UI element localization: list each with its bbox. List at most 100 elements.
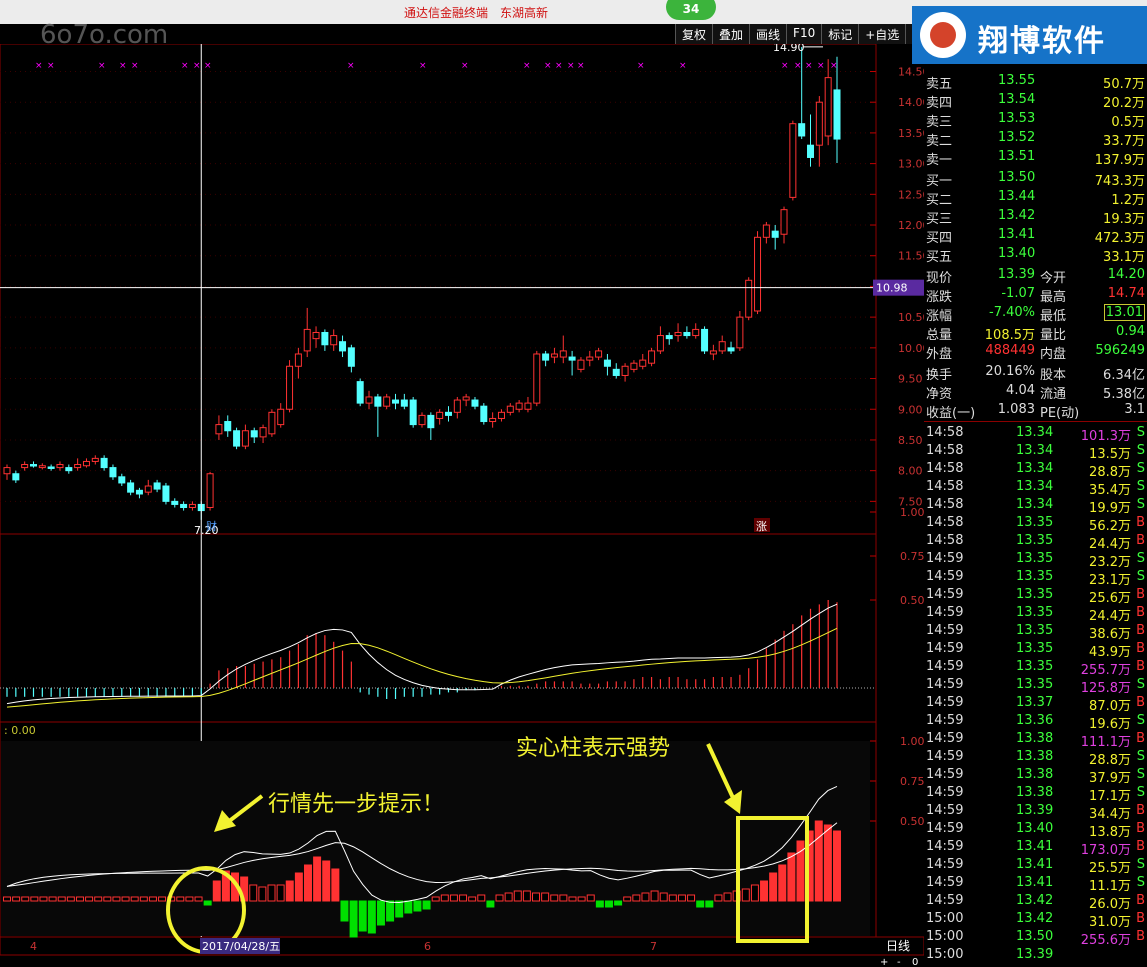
indicator-bar xyxy=(386,900,395,922)
draw-line-button[interactable]: 画线 xyxy=(749,24,787,44)
tick-row[interactable]: 14:59 13.35 255.7万 B xyxy=(924,658,1147,678)
tick-row[interactable]: 14:59 13.35 23.2万 S xyxy=(924,550,1147,570)
stat-row[interactable]: 涨幅 -7.40% 最低 13.01 xyxy=(924,304,1147,324)
candle-body xyxy=(480,405,488,423)
candle-body xyxy=(630,362,638,370)
tick-row[interactable]: 14:58 13.34 28.8万 S xyxy=(924,460,1147,480)
tick-row[interactable]: 14:59 13.41 25.5万 S xyxy=(924,856,1147,876)
indicator-bar xyxy=(66,896,75,902)
tick-row[interactable]: 14:59 13.41 11.1万 S xyxy=(924,874,1147,894)
tick-row[interactable]: 14:59 13.35 23.1万 S xyxy=(924,568,1147,588)
tick-row[interactable]: 14:59 13.39 34.4万 B xyxy=(924,802,1147,822)
candle-body xyxy=(241,430,249,447)
tick-row[interactable]: 15:00 13.39 xyxy=(924,946,1147,965)
tick-row[interactable]: 14:59 13.40 13.8万 B xyxy=(924,820,1147,840)
restore-rights-button[interactable]: 复权 xyxy=(675,24,713,44)
tick-row[interactable]: 15:00 13.50 255.6万 B xyxy=(924,928,1147,948)
candle-body xyxy=(745,279,753,318)
candle-body xyxy=(612,368,620,376)
tick-row[interactable]: 14:58 13.34 101.3万 S xyxy=(924,424,1147,444)
buy-order-row[interactable]: 买三 13.42 19.3万 xyxy=(924,207,1147,227)
order-volume: 19.3万 xyxy=(1103,212,1145,227)
order-volume: 472.3万 xyxy=(1094,231,1145,246)
tick-row[interactable]: 14:59 13.37 87.0万 B xyxy=(924,694,1147,714)
price-tick-label: 9.00 xyxy=(898,403,923,416)
tick-row[interactable]: 14:59 13.35 125.8万 S xyxy=(924,676,1147,696)
tick-row[interactable]: 14:59 13.35 38.6万 B xyxy=(924,622,1147,642)
tick-price: 13.39 xyxy=(1016,803,1054,818)
f10-button[interactable]: F10 xyxy=(786,24,822,44)
order-label: 买四 xyxy=(926,231,953,246)
notification-badge[interactable]: 34 xyxy=(666,0,716,20)
sell-order-row[interactable]: 卖二 13.52 33.7万 xyxy=(924,129,1147,149)
indicator-bar xyxy=(313,856,322,902)
tick-row[interactable]: 14:59 13.35 24.4万 B xyxy=(924,604,1147,624)
tick-row[interactable]: 14:58 13.35 24.4万 B xyxy=(924,532,1147,552)
tick-row[interactable]: 15:00 13.42 31.0万 B xyxy=(924,910,1147,930)
tick-side: S xyxy=(1136,479,1145,494)
indicator-bar xyxy=(723,892,732,902)
sell-order-row[interactable]: 卖五 13.55 50.7万 xyxy=(924,72,1147,92)
tick-row[interactable]: 14:58 13.34 19.9万 S xyxy=(924,496,1147,516)
candle-body xyxy=(259,427,267,438)
add-watchlist-button[interactable]: +自选 xyxy=(858,24,906,44)
signal-marker: × xyxy=(204,61,212,71)
indicator-bar xyxy=(322,860,331,902)
stat-row[interactable]: 外盘 488449 内盘 596249 xyxy=(924,342,1147,362)
tick-row[interactable]: 14:58 13.34 35.4万 S xyxy=(924,478,1147,498)
tick-row[interactable]: 14:59 13.38 28.8万 S xyxy=(924,748,1147,768)
sell-order-row[interactable]: 卖四 13.54 20.2万 xyxy=(924,91,1147,111)
indicator-bar xyxy=(212,880,221,902)
stat-label: 量比 xyxy=(1040,328,1067,343)
stat-row[interactable]: 涨跌 -1.07 最高 14.74 xyxy=(924,285,1147,305)
candle-body xyxy=(188,503,196,509)
tick-side: B xyxy=(1136,659,1145,674)
candle-body xyxy=(74,464,82,469)
indicator-bar xyxy=(468,896,477,902)
sell-order-row[interactable]: 卖三 13.53 0.5万 xyxy=(924,110,1147,130)
buy-order-row[interactable]: 买四 13.41 472.3万 xyxy=(924,226,1147,246)
tick-row[interactable]: 14:59 13.38 17.1万 S xyxy=(924,784,1147,804)
candle-body xyxy=(762,224,770,238)
tick-price: 13.35 xyxy=(1016,515,1054,530)
tick-row[interactable]: 14:59 13.42 26.0万 B xyxy=(924,892,1147,912)
signal-marker: × xyxy=(119,61,127,71)
buy-order-row[interactable]: 买一 13.50 743.3万 xyxy=(924,169,1147,189)
stat-row[interactable]: 总量 108.5万 量比 0.94 xyxy=(924,323,1147,343)
candle-body xyxy=(180,503,188,509)
stat-row[interactable]: 现价 13.39 今开 14.20 xyxy=(924,266,1147,286)
tick-row[interactable]: 14:59 13.38 37.9万 S xyxy=(924,766,1147,786)
tick-row[interactable]: 14:58 13.35 56.2万 B xyxy=(924,514,1147,534)
candle-body xyxy=(303,328,311,352)
candle-body xyxy=(153,482,161,490)
tick-time: 14:59 xyxy=(926,893,964,908)
indicator-bar xyxy=(258,886,267,902)
tick-time: 14:59 xyxy=(926,767,964,782)
fund-row[interactable]: 净资 4.04 流通 5.38亿 xyxy=(924,382,1147,402)
candle-body xyxy=(312,331,320,340)
fund-row[interactable]: 收益(一) 1.083 PE(动) 3.1 xyxy=(924,401,1147,421)
signal-marker: × xyxy=(35,61,43,71)
mark-button[interactable]: 标记 xyxy=(821,24,859,44)
tick-row[interactable]: 14:59 13.38 111.1万 B xyxy=(924,730,1147,750)
indicator-bar xyxy=(103,896,112,902)
order-price: 13.40 xyxy=(998,246,1036,261)
tick-row[interactable]: 14:59 13.36 19.6万 S xyxy=(924,712,1147,732)
candle-body xyxy=(683,331,691,337)
tick-row[interactable]: 14:58 13.34 13.5万 S xyxy=(924,442,1147,462)
buy-order-row[interactable]: 买二 13.44 1.2万 xyxy=(924,188,1147,208)
tick-side: B xyxy=(1136,641,1145,656)
overlay-button[interactable]: 叠加 xyxy=(712,24,750,44)
stat-value: 13.39 xyxy=(997,267,1035,282)
sell-order-row[interactable]: 卖一 13.51 137.9万 xyxy=(924,148,1147,168)
stock-chart[interactable]: 14.5014.0013.5013.0012.5012.0011.5011.00… xyxy=(0,44,924,967)
buy-order-row[interactable]: 买五 13.40 33.1万 xyxy=(924,245,1147,265)
candle-body xyxy=(807,144,815,158)
tick-price: 13.35 xyxy=(1016,605,1054,620)
tick-row[interactable]: 14:59 13.35 43.9万 B xyxy=(924,640,1147,660)
fund-row[interactable]: 换手 20.16% 股本 6.34亿 xyxy=(924,363,1147,383)
tick-row[interactable]: 14:59 13.41 173.0万 B xyxy=(924,838,1147,858)
tick-row[interactable]: 14:59 13.35 25.6万 B xyxy=(924,586,1147,606)
indicator-bar xyxy=(413,900,422,912)
tick-time: 15:00 xyxy=(926,911,964,926)
